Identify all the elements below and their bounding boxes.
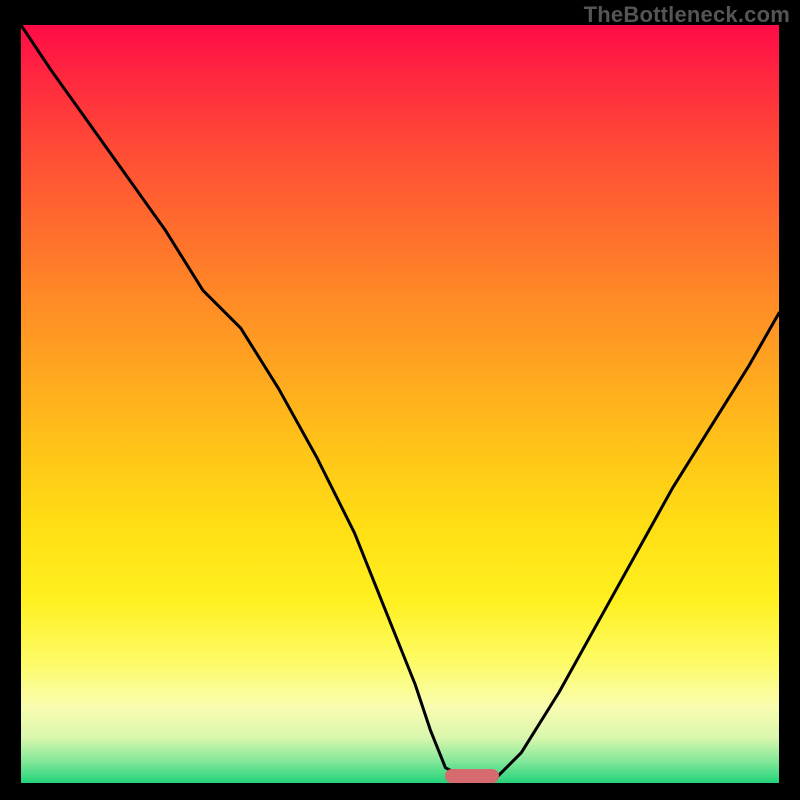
bottleneck-curve: [21, 25, 779, 783]
watermark-text: TheBottleneck.com: [584, 2, 790, 28]
optimal-range-marker: [445, 769, 498, 783]
plot-area: [21, 25, 779, 783]
chart-frame: TheBottleneck.com: [0, 0, 800, 800]
